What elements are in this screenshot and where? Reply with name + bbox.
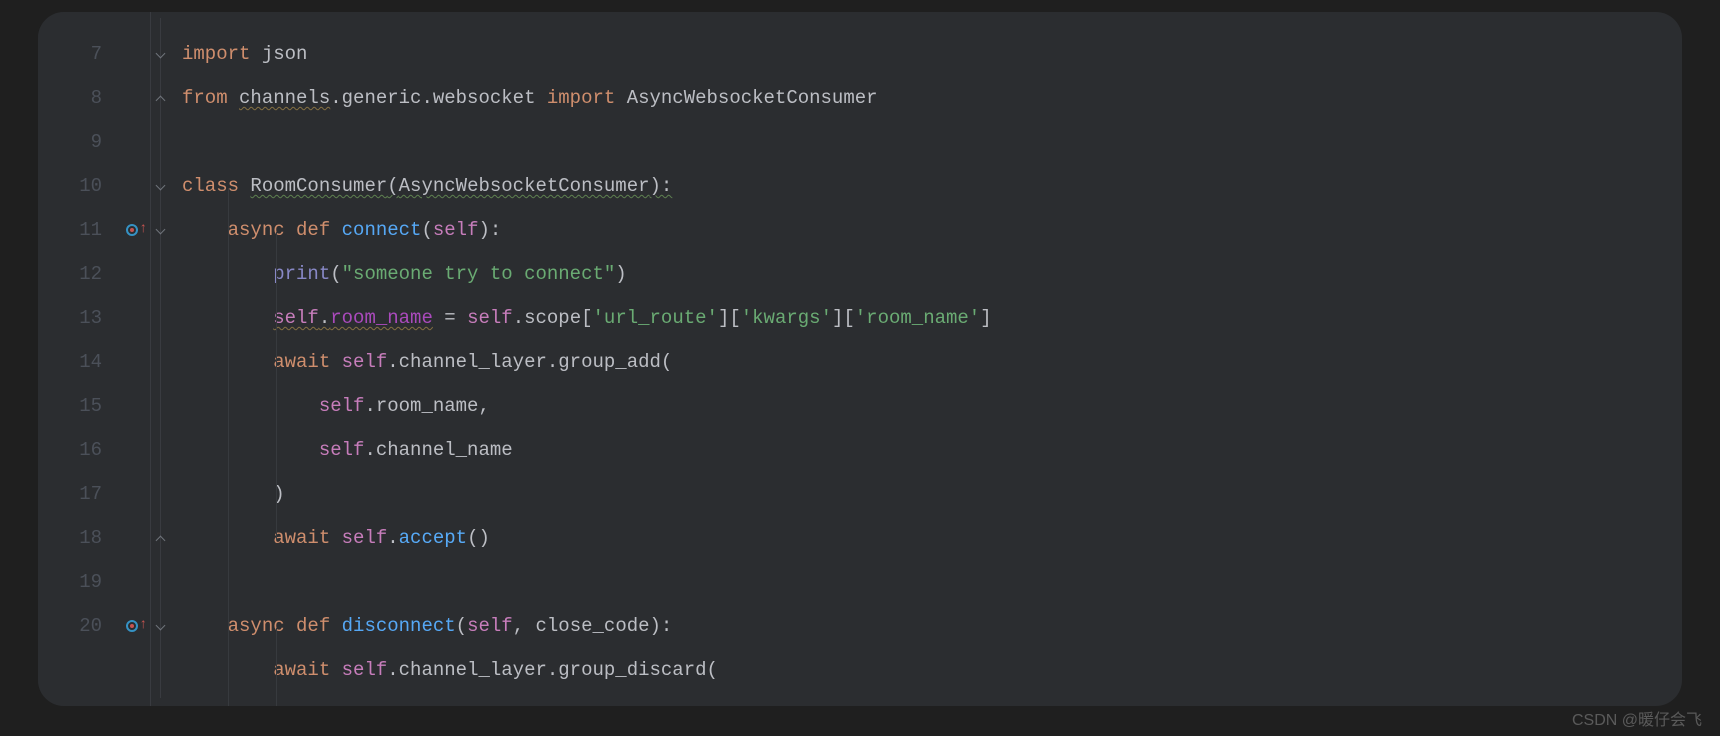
code-line[interactable] bbox=[182, 120, 1682, 164]
editor-frame: 7 8 9 10 11 12 13 14 15 16 17 18 19 20 ↑… bbox=[38, 12, 1682, 706]
line-number: 12 bbox=[38, 252, 108, 296]
code-line[interactable]: ) bbox=[182, 472, 1682, 516]
line-number: 19 bbox=[38, 560, 108, 604]
fold-toggle-icon[interactable] bbox=[155, 224, 166, 236]
line-number: 17 bbox=[38, 472, 108, 516]
line-number: 9 bbox=[38, 120, 108, 164]
line-number: 10 bbox=[38, 164, 108, 208]
override-marker-icon[interactable]: ↑ bbox=[118, 208, 150, 252]
fold-toggle-icon[interactable] bbox=[155, 48, 166, 60]
code-line[interactable]: await self.channel_layer.group_discard( bbox=[182, 648, 1682, 692]
code-line[interactable]: self.room_name, bbox=[182, 384, 1682, 428]
fold-end-icon[interactable] bbox=[155, 532, 166, 544]
fold-end-icon[interactable] bbox=[155, 92, 166, 104]
line-number: 14 bbox=[38, 340, 108, 384]
line-number: 13 bbox=[38, 296, 108, 340]
indent-guide bbox=[228, 188, 229, 706]
code-line[interactable] bbox=[182, 560, 1682, 604]
line-number: 11 bbox=[38, 208, 108, 252]
line-number: 15 bbox=[38, 384, 108, 428]
code-line[interactable]: print("someone try to connect") bbox=[182, 252, 1682, 296]
current-line-highlight bbox=[38, 560, 1682, 604]
fold-toggle-icon[interactable] bbox=[155, 620, 166, 632]
code-line[interactable]: async def disconnect(self, close_code): bbox=[182, 604, 1682, 648]
watermark-text: CSDN @暖仔会飞 bbox=[1572, 706, 1702, 730]
gutter-icons: ↑ ↑ bbox=[118, 12, 150, 706]
line-number: 20 bbox=[38, 604, 108, 648]
code-line[interactable]: async def connect(self): bbox=[182, 208, 1682, 252]
code-line[interactable]: self.channel_name bbox=[182, 428, 1682, 472]
indent-guide bbox=[276, 232, 277, 540]
code-line[interactable]: import json bbox=[182, 32, 1682, 76]
code-line[interactable]: await self.channel_layer.group_add( bbox=[182, 340, 1682, 384]
line-number-gutter: 7 8 9 10 11 12 13 14 15 16 17 18 19 20 bbox=[38, 12, 118, 706]
line-number: 8 bbox=[38, 76, 108, 120]
indent-guide bbox=[276, 628, 277, 706]
fold-toggle-icon[interactable] bbox=[155, 180, 166, 192]
line-number: 16 bbox=[38, 428, 108, 472]
line-number: 18 bbox=[38, 516, 108, 560]
code-line[interactable]: await self.accept() bbox=[182, 516, 1682, 560]
fold-column bbox=[150, 12, 170, 706]
code-area[interactable]: import json from channels.generic.websoc… bbox=[170, 12, 1682, 706]
code-line[interactable]: from channels.generic.websocket import A… bbox=[182, 76, 1682, 120]
code-line[interactable]: class RoomConsumer(AsyncWebsocketConsume… bbox=[182, 164, 1682, 208]
override-marker-icon[interactable]: ↑ bbox=[118, 604, 150, 648]
line-number: 7 bbox=[38, 32, 108, 76]
code-line[interactable]: self.room_name = self.scope['url_route']… bbox=[182, 296, 1682, 340]
line-number bbox=[38, 648, 108, 692]
